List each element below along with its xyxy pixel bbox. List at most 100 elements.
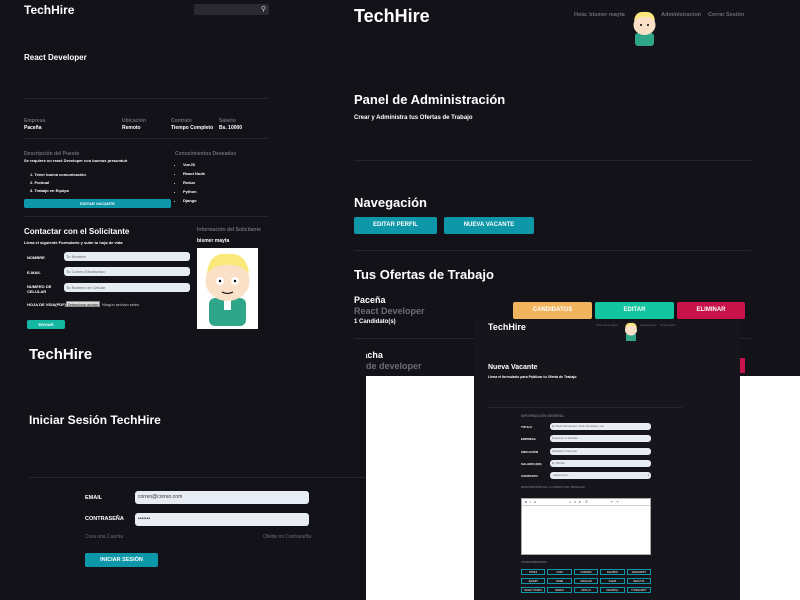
section-description: DESCRIPCIÓN DE LA OFERTA DE TRABAJO	[521, 485, 585, 489]
skill-item: VueJS	[183, 160, 205, 169]
nav-logout[interactable]: Cerrar Sesión	[660, 324, 675, 327]
skill-chip[interactable]: VUEJS	[600, 578, 625, 584]
skill-chip[interactable]: REDUX	[547, 587, 572, 593]
skill-chip[interactable]: JQUERY	[521, 578, 546, 584]
list-item: 3. Trabajo en Equipo	[30, 188, 70, 193]
form-label-name: NOMBRE	[27, 255, 45, 260]
divider	[24, 98, 268, 99]
password-input[interactable]: •••••••	[135, 513, 309, 526]
skill-chip[interactable]: CSS3	[547, 569, 572, 575]
undo-icon[interactable]: ↶	[611, 500, 614, 504]
info-header-salary: Salario	[219, 118, 236, 124]
login-title: Iniciar Sesión TechHire	[29, 413, 161, 427]
nav-logout[interactable]: Cerrar Sesión	[708, 12, 744, 18]
skill-chip[interactable]: HTML5	[521, 569, 546, 575]
ordered-list-icon[interactable]: ≢	[579, 500, 582, 504]
location-input[interactable]: Ubicación o Remoto	[550, 448, 651, 455]
skill-chip[interactable]: GRAPHQL	[600, 587, 625, 593]
field-label-salary: SALARIO (BS)	[521, 462, 542, 466]
skill-item: Python	[183, 187, 205, 196]
applicant-name: bismer mayta	[197, 238, 230, 244]
panel-subtitle: Crear y Administra tus Ofertas de Trabaj…	[354, 115, 473, 121]
delete-offer-button-partial[interactable]	[740, 358, 745, 373]
skill-chip[interactable]: FLEXBOX	[600, 569, 625, 575]
list-item: 1. Tener buena comunicación	[30, 172, 86, 177]
bold-icon[interactable]: B	[525, 500, 527, 504]
editor-toolbar[interactable]: B I U ∞ ≡ ≢ ☰ ↶ ↷	[522, 499, 650, 506]
description-text: Se requiere un react Developer con bueno…	[24, 158, 128, 163]
new-vacancy-button[interactable]: NUEVA VACANTE	[444, 217, 534, 234]
info-header-company: Empresa	[24, 118, 46, 124]
greeting: Hola: bismer mayta	[574, 12, 625, 18]
divider	[24, 138, 268, 139]
candidates-button[interactable]: CANDIDATOS	[513, 302, 592, 319]
skills-list: VueJS React Node Redux Python Django	[183, 160, 205, 205]
brand-logo[interactable]: TechHire	[354, 6, 430, 27]
page-subtitle: Llena el formulario para Publicar tu Ofe…	[488, 375, 577, 379]
send-button[interactable]: ENVIAR	[27, 320, 65, 329]
search-input[interactable]: ⚲	[194, 4, 269, 15]
file-select-button[interactable]: Seleccionar archivo	[66, 301, 100, 307]
info-value-location: Remoto	[122, 125, 141, 131]
nav-administration[interactable]: Administracion	[640, 324, 656, 327]
new-vacancy-screen: TechHire Hola: bismer mayta Administraci…	[474, 320, 740, 600]
description-list: 1. Tener buena comunicación 2. Puntual 3…	[30, 171, 86, 195]
skill-item: React Node	[183, 169, 205, 178]
divider	[29, 477, 366, 478]
skill-chip[interactable]: REACT HOOKS	[521, 587, 546, 593]
name-input[interactable]: Tu Nombre	[64, 252, 190, 261]
login-screen: TechHire Iniciar Sesión TechHire EMAIL c…	[0, 345, 366, 600]
nav-administration[interactable]: Administracion	[661, 12, 701, 18]
panel-title: Panel de Administración	[354, 92, 506, 107]
email-input[interactable]: Tu Correo Electronico	[64, 267, 190, 276]
create-account-link[interactable]: Crea una Cuenta	[85, 534, 123, 540]
brand-logo[interactable]: TechHire	[24, 3, 74, 17]
skill-chip[interactable]: TYPESCRIPT	[626, 587, 651, 593]
applicant-avatar	[197, 248, 258, 329]
email-label: EMAIL	[85, 495, 103, 501]
align-icon[interactable]: ☰	[585, 500, 588, 504]
company-input[interactable]: Empresa o Liminada	[550, 435, 651, 442]
file-status: Ningún archivo selec.	[102, 302, 141, 307]
brand-logo[interactable]: TechHire	[488, 322, 526, 332]
redo-icon[interactable]: ↷	[616, 500, 619, 504]
divider	[354, 250, 751, 251]
contract-select-value: - Selecciona -	[552, 473, 570, 477]
skill-chip[interactable]: ANGULAR	[573, 578, 599, 584]
forgot-password-link[interactable]: Olvide mi Contraseña	[263, 534, 311, 540]
edit-vacancy-button[interactable]: EDITAR VACANTE	[24, 199, 171, 208]
info-value-company: Paceña	[24, 125, 42, 131]
italic-icon[interactable]: I	[530, 500, 531, 504]
skills-grid: HTML5 CSS3 CSSGRID FLEXBOX JAVASCRIPT JQ…	[521, 569, 651, 593]
skill-chip[interactable]: JAVASCRIPT	[626, 569, 651, 575]
email-input[interactable]: correo@correo.com	[135, 491, 309, 504]
divider	[24, 216, 268, 217]
description-editor[interactable]: B I U ∞ ≡ ≢ ☰ ↶ ↷	[521, 498, 651, 555]
skill-chip[interactable]: NODE	[547, 578, 572, 584]
skill-chip[interactable]: CSSGRID	[573, 569, 599, 575]
offer-candidates: 1 Candidato(s)	[354, 319, 396, 325]
list-icon[interactable]: ≡	[574, 500, 576, 504]
greeting: Hola: bismer mayta	[596, 324, 618, 327]
info-value-contract: Tiempo Completo	[171, 125, 214, 131]
login-submit-button[interactable]: INICIAR SESIÓN	[85, 553, 158, 567]
underline-icon[interactable]: U	[534, 500, 536, 504]
search-icon[interactable]: ⚲	[261, 5, 266, 13]
section-skills: CONOCIMIENTOS	[521, 560, 547, 564]
section-general: INFORMACIÓN GENERAL	[521, 414, 565, 418]
title-input[interactable]: Ej. React Developer; Node Developer; etc	[550, 423, 651, 430]
password-label: CONTRASEÑA	[85, 516, 124, 522]
skill-chip[interactable]: REACTJS	[626, 578, 651, 584]
link-icon[interactable]: ∞	[569, 500, 571, 504]
skill-chip[interactable]: APOLLO	[573, 587, 599, 593]
edit-profile-button[interactable]: EDITAR PERFIL	[354, 217, 437, 234]
contact-subtitle: Llena el siguiente Formulario y sube tu …	[24, 240, 123, 245]
brand-logo[interactable]: TechHire	[29, 346, 92, 363]
salary-input[interactable]: Ej. 500 Bs	[550, 460, 651, 467]
offer-title: React Developer	[354, 306, 425, 316]
delete-offer-button[interactable]: ELIMINAR	[677, 302, 745, 319]
skill-item: Django	[183, 196, 205, 205]
contract-select[interactable]: - Selecciona - ▾	[550, 472, 651, 479]
edit-offer-button[interactable]: EDITAR	[595, 302, 674, 319]
phone-input[interactable]: Tu Numero de Celular	[64, 283, 190, 292]
